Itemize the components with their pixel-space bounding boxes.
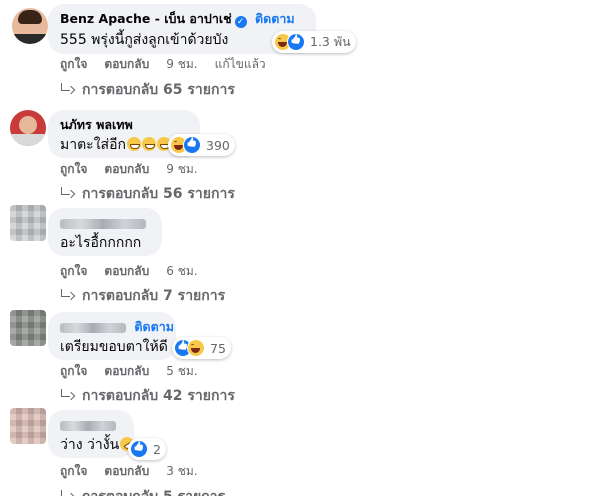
reply-arrow-icon — [60, 490, 74, 496]
like-button[interactable]: ถูกใจ — [60, 262, 87, 281]
replies-label: การตอบกลับ 65 รายการ — [82, 82, 235, 98]
avatar[interactable] — [10, 408, 46, 444]
comment-time[interactable]: 5 ชม. — [166, 362, 197, 381]
avatar-pixelation — [10, 205, 46, 241]
comment-actions: ถูกใจ ตอบกลับ 9 ชม. แก้ไขแล้ว — [60, 55, 266, 74]
comment-bubble: อะไรอื้กกกกก — [48, 208, 162, 256]
replies-label: การตอบกลับ 42 รายการ — [82, 388, 235, 404]
avatar-shirt — [12, 34, 48, 44]
redacted-name — [60, 218, 146, 229]
reaction-summary[interactable]: 390 — [168, 134, 235, 156]
comment-time[interactable]: 6 ชม. — [166, 262, 197, 281]
replies-label: การตอบกลับ 56 รายการ — [82, 186, 235, 202]
like-reaction-icon — [287, 33, 305, 51]
view-replies-link[interactable]: การตอบกลับ 7 รายการ — [60, 285, 225, 307]
reply-arrow-icon — [60, 389, 74, 401]
view-replies-link[interactable]: การตอบกลับ 56 รายการ — [60, 183, 235, 205]
reply-button[interactable]: ตอบกลับ — [104, 462, 149, 481]
follow-button[interactable]: ติดตาม — [255, 11, 295, 26]
grinning-emoji-icon — [141, 137, 156, 151]
avatar[interactable] — [12, 8, 48, 44]
reaction-count: 1.3 พัน — [310, 34, 351, 49]
avatar-shirt — [10, 134, 46, 146]
avatar-face — [19, 116, 37, 134]
comment-text-content: ว่าง ว่างั้น — [60, 437, 120, 453]
author-name[interactable]: นภัทร พลเทพ — [60, 117, 188, 133]
like-button[interactable]: ถูกใจ — [60, 362, 87, 381]
avatar[interactable] — [10, 110, 46, 146]
replies-label: การตอบกลับ 5 รายการ — [82, 486, 225, 496]
reply-button[interactable]: ตอบกลับ — [104, 362, 149, 381]
grinning-emoji-icon — [126, 137, 141, 151]
comment-text: อะไรอื้กกกกก — [60, 235, 142, 251]
reaction-count: 390 — [206, 137, 230, 153]
like-reaction-icon — [183, 136, 201, 154]
comment-actions: ถูกใจ ตอบกลับ 6 ชม. — [60, 262, 198, 281]
avatar-hair — [18, 10, 42, 24]
reply-button[interactable]: ตอบกลับ — [104, 262, 149, 281]
comment-text-content: มาตะใส่อีก — [60, 137, 126, 153]
comment-actions: ถูกใจ ตอบกลับ 9 ชม. — [60, 160, 198, 179]
avatar[interactable] — [10, 205, 46, 241]
comment-actions: ถูกใจ ตอบกลับ 3 ชม. — [60, 462, 198, 481]
comment-time[interactable]: 9 ชม. — [166, 160, 197, 179]
author-name[interactable]: Benz Apache - เบ็น อาปาเช่ — [60, 11, 232, 26]
redacted-name — [60, 420, 116, 431]
comment-time[interactable]: 3 ชม. — [166, 462, 197, 481]
comment-author: Benz Apache - เบ็น อาปาเช่ ✓ ติดตาม — [60, 11, 304, 28]
like-button[interactable]: ถูกใจ — [60, 462, 87, 481]
view-replies-link[interactable]: การตอบกลับ 65 รายการ — [60, 79, 235, 101]
author-name[interactable] — [60, 215, 150, 231]
reaction-count: 2 — [153, 441, 161, 457]
like-button[interactable]: ถูกใจ — [60, 55, 87, 74]
follow-button[interactable]: ติดตาม — [134, 319, 174, 334]
redacted-name[interactable] — [60, 322, 126, 333]
reply-button[interactable]: ตอบกลับ — [104, 160, 149, 179]
reaction-summary[interactable]: 75 — [172, 337, 231, 359]
replies-label: การตอบกลับ 7 รายการ — [82, 288, 226, 304]
haha-reaction-icon — [187, 339, 205, 357]
reply-arrow-icon — [60, 289, 74, 301]
comment-author: ติดตาม — [60, 319, 174, 335]
avatar-pixelation — [10, 408, 46, 444]
like-button[interactable]: ถูกใจ — [60, 160, 87, 179]
comment-bubble: ติดตาม เตรียมขอบตาให้ดี — [48, 312, 176, 360]
reaction-summary[interactable]: 1.3 พัน — [272, 31, 356, 53]
reaction-count: 75 — [210, 340, 226, 356]
comment-text: เตรียมขอบตาให้ดี — [60, 339, 168, 355]
like-reaction-icon — [130, 440, 148, 458]
avatar[interactable] — [10, 310, 46, 346]
verified-badge-icon: ✓ — [234, 16, 247, 28]
reply-button[interactable]: ตอบกลับ — [104, 55, 149, 74]
comment-text: 555 พรุ่งนี้กูส่งลูกเข้าด้วยบัง — [60, 32, 229, 48]
comment-bubble: ว่าง ว่างั้น — [48, 410, 137, 458]
reaction-summary[interactable]: 2 — [128, 438, 166, 460]
comment-time[interactable]: 9 ชม. — [166, 55, 197, 74]
comment-actions: ถูกใจ ตอบกลับ 5 ชม. — [60, 362, 198, 381]
author-name[interactable] — [60, 417, 122, 433]
comment-text: ว่าง ว่างั้น — [60, 434, 137, 455]
reply-arrow-icon — [60, 187, 74, 199]
avatar-pixelation — [10, 310, 46, 346]
edited-label: แก้ไขแล้ว — [214, 57, 266, 71]
view-replies-link[interactable]: การตอบกลับ 5 รายการ — [60, 486, 225, 496]
reply-arrow-icon — [60, 83, 74, 95]
view-replies-link[interactable]: การตอบกลับ 42 รายการ — [60, 385, 235, 407]
